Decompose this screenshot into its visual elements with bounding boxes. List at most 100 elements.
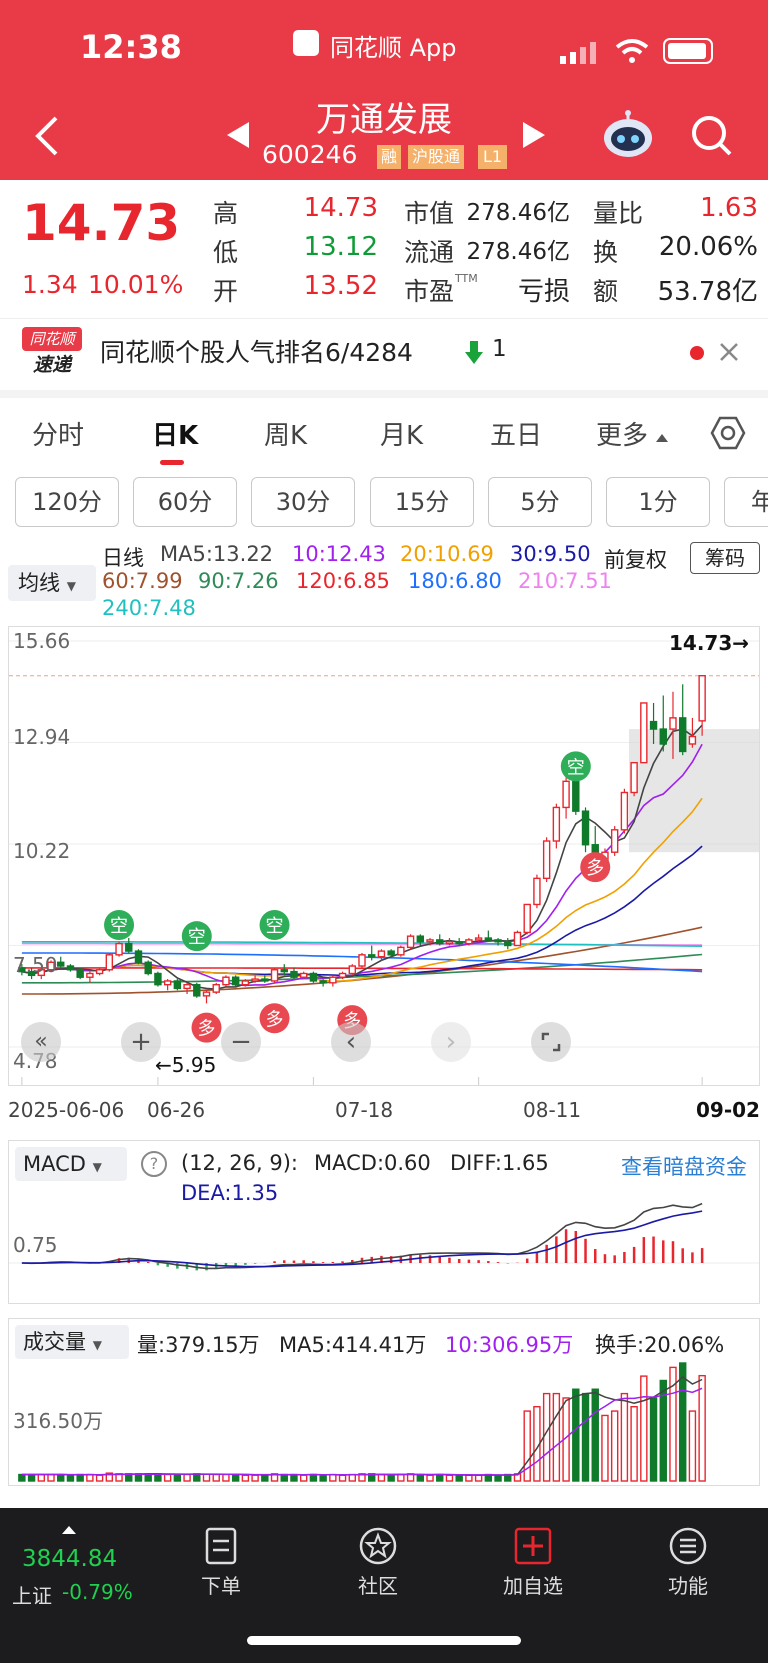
stock-title: 万通发展 — [316, 100, 452, 140]
ma-caret-icon: ▼ — [66, 579, 76, 593]
add-watchlist-icon — [514, 1527, 552, 1565]
nav-community[interactable]: 社区 — [323, 1516, 433, 1599]
stock-code: 600246 — [262, 140, 358, 169]
volume-bar — [319, 1474, 327, 1482]
macd-selector[interactable]: MACD ▼ — [15, 1147, 127, 1181]
period-5min[interactable]: 5分 — [488, 477, 592, 527]
volume-ma5-line — [21, 1376, 703, 1476]
nav-order[interactable]: 下单 — [166, 1516, 276, 1599]
candle-body — [319, 980, 327, 984]
volume-panel[interactable]: 成交量 ▼ 量:379.15万 MA5:414.41万 10:306.95万 换… — [8, 1318, 760, 1486]
candle-body — [222, 976, 230, 986]
rank-logo-bottom: 速递 — [32, 354, 71, 376]
volume-value: 量:379.15万 — [137, 1333, 260, 1357]
settings-icon[interactable] — [710, 415, 746, 451]
candle-body — [95, 969, 104, 975]
tab-more[interactable]: 更多 — [596, 415, 648, 452]
candle-body — [669, 717, 677, 730]
volume-bar — [309, 1473, 318, 1482]
x-label-1: 2025-06-06 — [8, 1098, 125, 1122]
period-15min[interactable]: 15分 — [370, 477, 474, 527]
volume-bar — [494, 1474, 502, 1482]
period-30min[interactable]: 30分 — [251, 477, 355, 527]
tab-intraday[interactable]: 分时 — [32, 415, 84, 452]
price-change: 1.34 — [22, 270, 78, 299]
turnover-value: 20.06% — [658, 232, 758, 262]
volume-ratio-value: 1.63 — [700, 193, 758, 223]
candle-body — [377, 950, 386, 958]
candle-body — [513, 931, 522, 947]
candle-body — [251, 978, 259, 982]
next-stock-icon[interactable] — [521, 120, 547, 150]
volume-y-label: 316.50万 — [13, 1409, 103, 1433]
volume-bar — [581, 1392, 590, 1482]
candle-body — [338, 972, 347, 978]
tab-monthly-k[interactable]: 月K — [380, 415, 423, 452]
scroll-next-icon[interactable]: › — [431, 1022, 471, 1062]
chip-distribution — [629, 729, 759, 853]
nav-add-watchlist[interactable]: 加自选 — [478, 1516, 588, 1599]
candle-body — [465, 939, 473, 945]
turnover-label: 换 — [593, 238, 619, 267]
home-indicator — [247, 1636, 521, 1645]
volume-turnover: 换手:20.06% — [595, 1333, 725, 1357]
period-60min[interactable]: 60分 — [133, 477, 237, 527]
volume-bar — [338, 1474, 347, 1482]
dark-pool-link[interactable]: 查看暗盘资金 — [621, 1151, 747, 1181]
zoom-in-icon[interactable]: + — [121, 1022, 161, 1062]
volume-bar — [630, 1406, 638, 1482]
macd-y-label: 0.75 — [13, 1233, 58, 1257]
period-year[interactable]: 年 — [724, 477, 768, 527]
period-120min[interactable]: 120分 — [15, 477, 119, 527]
candle-body — [484, 937, 493, 941]
popularity-rank-bar[interactable]: 同花顺 速递 同花顺个股人气排名6/4284 1 — [0, 318, 768, 390]
candle-body — [397, 946, 405, 956]
scroll-prev-icon[interactable]: ‹ — [331, 1022, 371, 1062]
candle-body — [115, 942, 123, 956]
short-signal-label: 空 — [567, 757, 585, 778]
candle-body — [649, 720, 658, 730]
help-icon[interactable]: ? — [141, 1151, 167, 1177]
chip-button[interactable]: 筹码 — [690, 542, 760, 574]
volume-selector[interactable]: 成交量 ▼ — [15, 1325, 129, 1359]
signal-icon — [560, 42, 600, 64]
volume-bar — [261, 1474, 269, 1482]
ma-selector[interactable]: 均线 ▼ — [8, 565, 96, 601]
rank-text: 同花顺个股人气排名6/4284 — [100, 338, 413, 367]
adjust-type[interactable]: 前复权 — [604, 544, 667, 574]
candle-body — [406, 935, 415, 949]
candle-body — [309, 972, 318, 982]
volume-bar — [18, 1473, 26, 1482]
tab-weekly-k[interactable]: 周K — [264, 415, 307, 452]
index-name: 上证 — [12, 1584, 52, 1608]
volume-bar — [173, 1473, 182, 1482]
candle-body — [445, 941, 454, 945]
volume-bar — [57, 1473, 65, 1482]
tab-daily-k[interactable]: 日K — [152, 415, 198, 452]
zoom-out-icon[interactable]: − — [221, 1022, 261, 1062]
candle-body — [154, 972, 162, 986]
candle-body — [290, 970, 298, 978]
badge-hsgt: 沪股通 — [408, 145, 465, 169]
close-icon[interactable] — [718, 341, 740, 363]
fullscreen-icon[interactable] — [531, 1022, 571, 1062]
back-icon[interactable] — [30, 112, 64, 160]
volume-bar — [416, 1473, 425, 1482]
volume-bar — [436, 1473, 444, 1482]
macd-panel[interactable]: MACD ▼ ? (12, 26, 9): MACD:0.60 DIFF:1.6… — [8, 1140, 760, 1304]
wifi-icon — [615, 38, 649, 64]
zoom-left-icon[interactable]: « — [21, 1022, 61, 1062]
volume-bar — [86, 1473, 94, 1482]
candle-body — [193, 983, 201, 997]
volume-ma10: 10:306.95万 — [445, 1333, 574, 1357]
robot-assistant-icon[interactable] — [602, 110, 654, 160]
nav-functions[interactable]: 功能 — [633, 1516, 743, 1599]
tab-five-day[interactable]: 五日 — [490, 415, 542, 452]
prev-stock-icon[interactable] — [225, 120, 251, 150]
kline-chart[interactable]: 空空空空多多多多 15.66 12.94 10.22 7.50 4.78 14.… — [8, 626, 760, 1086]
index-value[interactable]: 3844.84 — [22, 1546, 117, 1572]
search-icon[interactable] — [690, 114, 734, 158]
ma180-value: 180:6.80 — [408, 569, 502, 593]
candle-body — [163, 980, 172, 986]
period-1min[interactable]: 1分 — [606, 477, 710, 527]
